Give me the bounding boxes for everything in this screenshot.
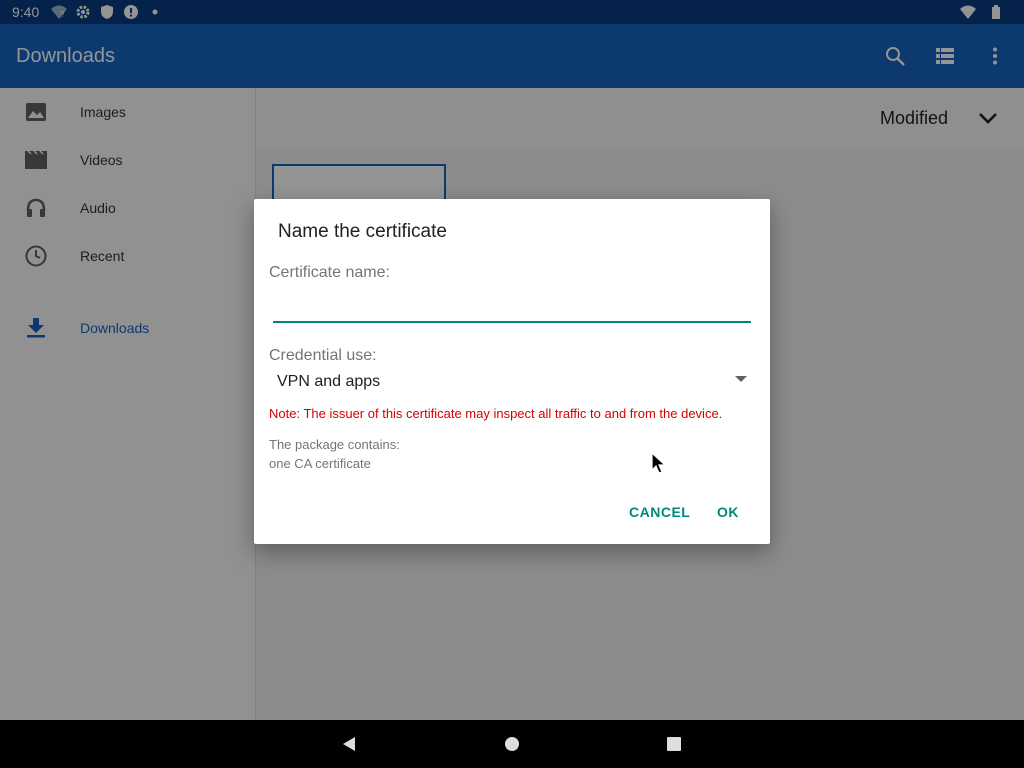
warning-note: Note: The issuer of this certificate may… [269, 406, 723, 421]
certificate-name-label: Certificate name: [269, 264, 390, 281]
home-icon[interactable] [500, 732, 524, 756]
recents-icon[interactable] [662, 732, 686, 756]
mouse-cursor-icon [651, 451, 667, 476]
dropdown-arrow-icon [735, 376, 747, 382]
certificate-dialog: Name the certificate Certificate name: C… [254, 199, 770, 544]
package-contents: one CA certificate [269, 456, 371, 471]
dialog-title: Name the certificate [278, 221, 447, 242]
package-label: The package contains: [269, 437, 400, 452]
navigation-bar [0, 720, 1024, 768]
back-icon[interactable] [337, 732, 361, 756]
cancel-button[interactable]: CANCEL [629, 504, 690, 520]
certificate-name-input[interactable] [273, 295, 751, 323]
credential-use-select[interactable]: VPN and apps [277, 370, 747, 394]
credential-use-value: VPN and apps [277, 373, 381, 390]
ok-button[interactable]: OK [717, 504, 739, 520]
credential-use-label: Credential use: [269, 347, 377, 364]
